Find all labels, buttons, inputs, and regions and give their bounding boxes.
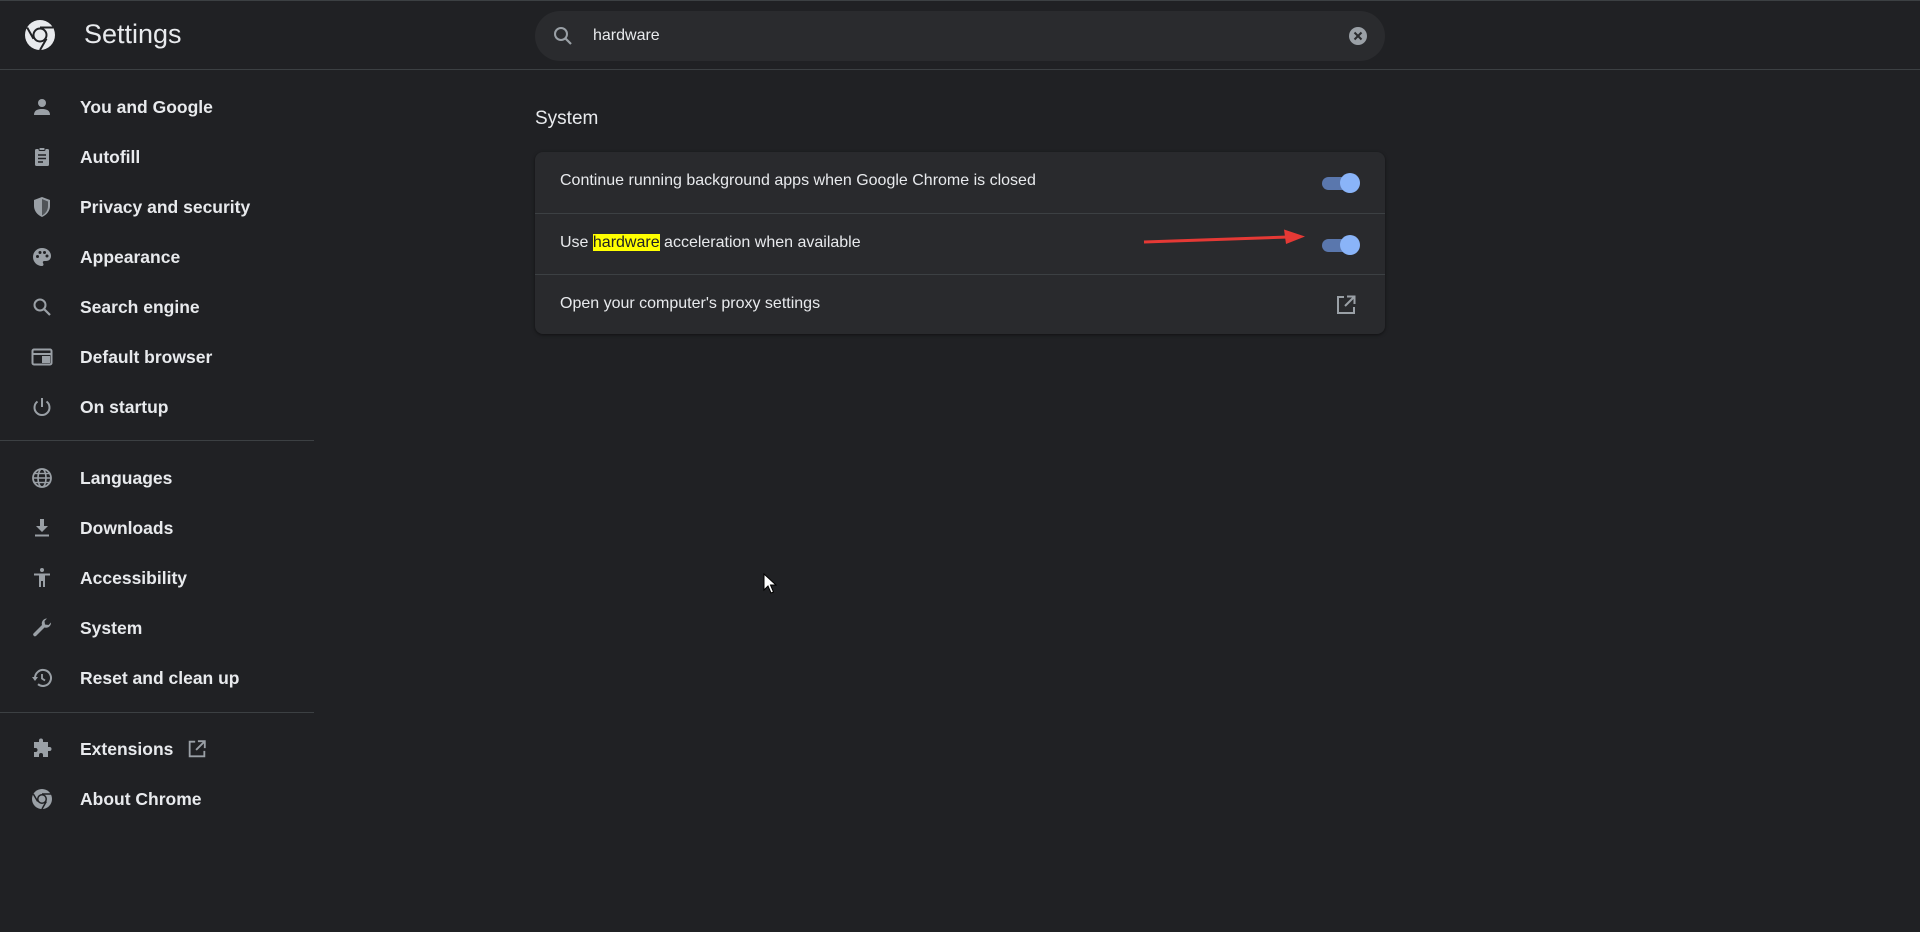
sidebar-divider <box>0 712 314 713</box>
sidebar-item-on-startup[interactable]: On startup <box>0 382 314 432</box>
setting-label-suffix: acceleration when available <box>659 234 861 251</box>
hardware-acceleration-toggle[interactable] <box>1320 234 1360 256</box>
setting-row-proxy[interactable]: Open your computer's proxy settings <box>535 274 1385 335</box>
sidebar-divider <box>0 440 314 441</box>
search-icon <box>33 298 51 316</box>
sidebar-item-label: Languages <box>80 467 173 488</box>
sidebar-item-label: Extensions <box>80 738 174 759</box>
sidebar-item-label: Accessibility <box>80 567 187 588</box>
clipboard-icon <box>35 147 49 166</box>
history-icon <box>32 669 52 687</box>
open-in-new-icon[interactable] <box>1334 293 1358 317</box>
section-title: System <box>535 108 599 129</box>
sidebar-item-label: Reset and clean up <box>80 667 240 688</box>
setting-row-background-apps: Continue running background apps when Go… <box>535 152 1385 213</box>
sidebar-item-autofill[interactable]: Autofill <box>0 132 314 182</box>
sidebar-item-reset-and-clean-up[interactable]: Reset and clean up <box>0 653 314 703</box>
sidebar-item-label: About Chrome <box>80 788 202 809</box>
search-highlight: hardware <box>592 234 660 251</box>
sidebar-item-label: System <box>80 617 143 638</box>
download-icon <box>35 519 49 537</box>
clear-icon[interactable] <box>1347 25 1369 47</box>
shield-icon <box>34 197 50 217</box>
sidebar-item-label: Search engine <box>80 296 200 317</box>
annotation-arrow-icon <box>1143 229 1305 244</box>
sidebar-item-default-browser[interactable]: Default browser <box>0 332 314 382</box>
toggle-knob <box>1340 173 1360 193</box>
mouse-cursor-icon <box>763 573 777 594</box>
sidebar-item-search-engine[interactable]: Search engine <box>0 282 314 332</box>
accessibility-icon <box>34 568 50 587</box>
background-apps-toggle[interactable] <box>1320 172 1360 194</box>
setting-label: Continue running background apps when Go… <box>560 172 1036 189</box>
sidebar-item-label: Privacy and security <box>80 196 251 217</box>
power-icon <box>33 398 51 416</box>
sidebar-item-appearance[interactable]: Appearance <box>0 232 314 282</box>
sidebar-item-privacy-and-security[interactable]: Privacy and security <box>0 182 314 232</box>
toggle-knob <box>1340 235 1360 255</box>
chrome-logo-icon <box>32 789 52 810</box>
sidebar-item-label: You and Google <box>80 96 213 117</box>
open-in-new-icon <box>188 740 206 758</box>
sidebar-item-label: Downloads <box>80 517 174 538</box>
puzzle-icon <box>34 738 52 757</box>
sidebar-item-languages[interactable]: Languages <box>0 453 314 503</box>
chrome-logo-icon <box>25 20 55 51</box>
sidebar-item-system[interactable]: System <box>0 603 314 653</box>
page-title: Settings <box>84 19 182 49</box>
sidebar-item-accessibility[interactable]: Accessibility <box>0 553 314 603</box>
sidebar-item-extensions[interactable]: Extensions <box>0 724 314 774</box>
setting-label: Use hardware acceleration when available <box>560 234 861 252</box>
sidebar-item-downloads[interactable]: Downloads <box>0 503 314 553</box>
sidebar-item-you-and-google[interactable]: You and Google <box>0 82 314 132</box>
setting-label: Open your computer's proxy settings <box>560 295 821 312</box>
header: Settings <box>0 0 1920 70</box>
sidebar-item-label: On startup <box>80 396 169 417</box>
sidebar-item-label: Autofill <box>80 146 141 167</box>
search-icon <box>554 27 572 45</box>
person-icon <box>34 99 50 115</box>
globe-icon <box>32 468 52 488</box>
sidebar-item-label: Appearance <box>80 246 181 267</box>
browser-window-icon <box>31 348 53 366</box>
palette-icon <box>33 248 51 266</box>
sidebar-item-label: Default browser <box>80 346 213 367</box>
search-box[interactable] <box>535 11 1385 61</box>
wrench-icon <box>33 618 52 637</box>
search-input[interactable] <box>591 21 1291 51</box>
sidebar-item-about-chrome[interactable]: About Chrome <box>0 774 314 824</box>
sidebar: You and Google Autofill Privacy and secu… <box>0 70 314 932</box>
setting-label-prefix: Use <box>560 234 593 251</box>
